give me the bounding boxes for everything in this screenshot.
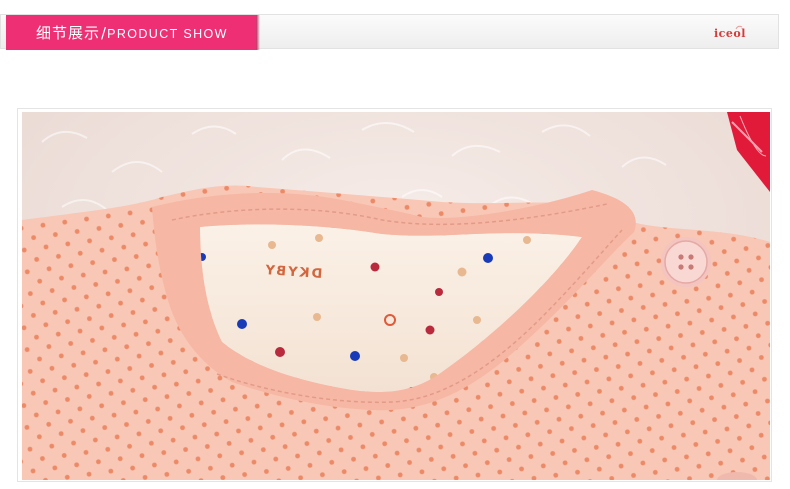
section-title-cn: 细节展示 <box>36 24 101 42</box>
brand-logo: iceol <box>714 25 746 40</box>
brand-logo-text: iceol <box>714 27 746 40</box>
section-title-separator: / <box>101 24 107 42</box>
section-title-en: PRODUCT SHOW <box>107 27 228 41</box>
garment-button <box>661 237 711 287</box>
section-title-tab: 细节展示/PRODUCT SHOW <box>6 15 260 50</box>
section-title: 细节展示/PRODUCT SHOW <box>36 23 228 44</box>
product-detail-photo: DKYBY <box>22 112 770 480</box>
